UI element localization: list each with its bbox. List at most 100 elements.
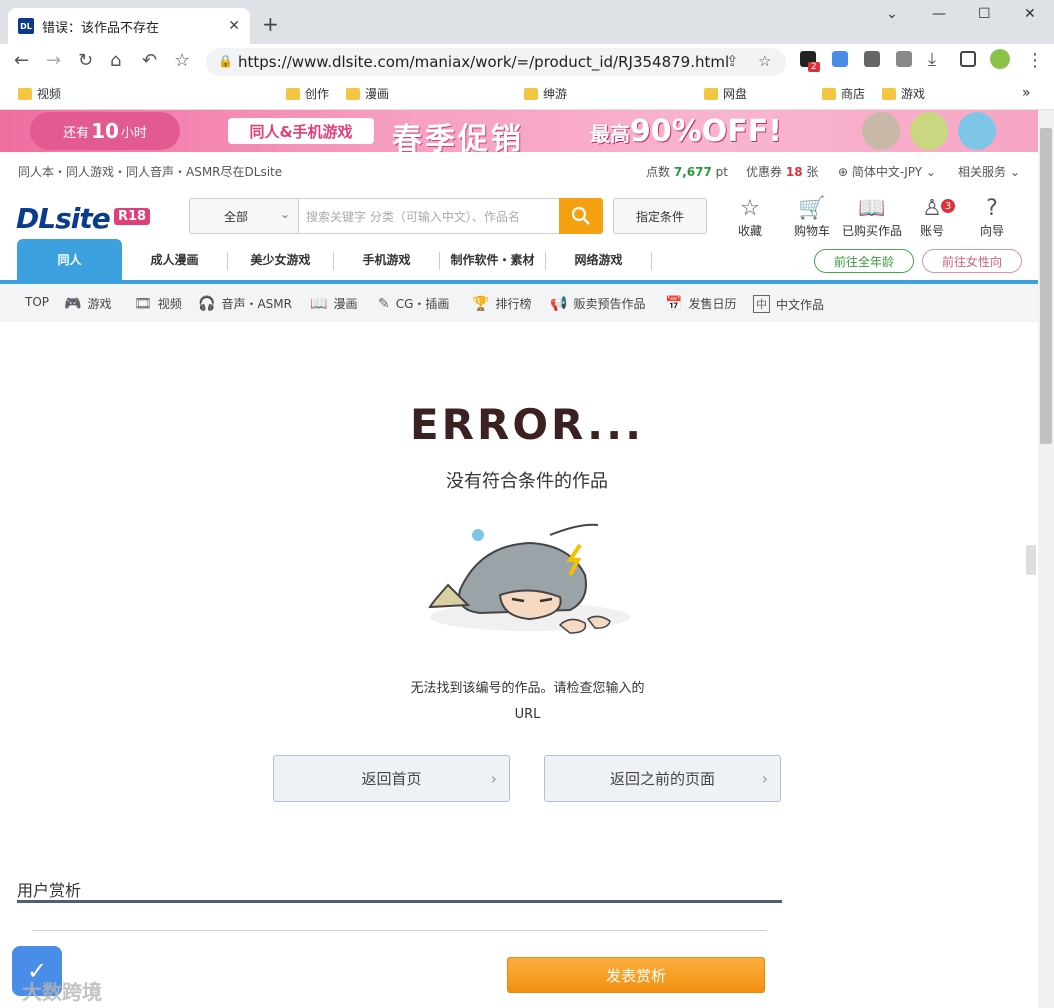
bookmark-folder[interactable]: 网盘 (704, 85, 747, 102)
subnav-preorder[interactable]: 📢 贩卖预告作品 (550, 295, 645, 312)
nav-divider (651, 252, 652, 270)
folder-icon (882, 87, 896, 100)
calendar-icon: 📅 (665, 295, 683, 312)
tab-bishoujo-games[interactable]: 美少女游戏 (228, 238, 333, 280)
chevron-right-icon: › (761, 769, 768, 788)
tab-doujin[interactable]: 同人 (17, 239, 122, 280)
subnav-manga[interactable]: 📖 漫画 (310, 295, 357, 312)
bookmarks-more-icon[interactable]: » (1022, 85, 1031, 101)
subnav-voice-asmr[interactable]: 🎧 音声・ASMR (198, 295, 292, 312)
bookmark-folder[interactable]: 视频 (18, 85, 61, 102)
search-category-select[interactable]: 全部 ⌄ (189, 198, 299, 234)
promo-banner[interactable]: 还有 10 小时 同人&手机游戏 春季促销 最高90%OFF! (0, 110, 1038, 152)
back-to-home-button[interactable]: 返回首页 › (273, 755, 510, 802)
folder-icon (822, 87, 836, 100)
r18-badge: R18 (114, 208, 151, 225)
error-title: ERROR... (409, 400, 645, 449)
folder-icon (524, 87, 538, 100)
points-display[interactable]: 点数 7,677 pt (646, 163, 728, 180)
search-icon (571, 206, 590, 225)
related-services-menu[interactable]: 相关服务 ⌄ (958, 163, 1020, 180)
subnav-calendar[interactable]: 📅 发售日历 (665, 295, 736, 312)
chinese-char-icon: 中 (753, 295, 770, 313)
pen-icon: ✎ (378, 295, 390, 312)
bookmark-folder[interactable]: 商店 (822, 85, 865, 102)
browser-tab[interactable]: DL 错误：该作品不存在 ✕ (8, 8, 250, 44)
account-link[interactable]: ♙ 账号 3 (902, 196, 962, 239)
bookmark-folder[interactable]: 游戏 (882, 85, 925, 102)
subnav-video[interactable]: 🎞 视频 (134, 295, 182, 312)
banner-character-image (958, 112, 996, 150)
female-button[interactable]: 前往女性向 (922, 249, 1022, 273)
subnav-top[interactable]: TOP (25, 295, 49, 309)
url-text: https://www.dlsite.com/maniax/work/=/pro… (238, 53, 730, 71)
error-mascot-illustration (428, 523, 630, 634)
subnav-chinese-works[interactable]: 中中文作品 (753, 295, 824, 313)
qr-icon[interactable] (864, 51, 880, 67)
cart-icon: 🛒 (798, 196, 826, 221)
chevron-down-icon: ⌄ (279, 207, 290, 221)
watermark: 大数跨境 (22, 980, 102, 1004)
new-tab-icon[interactable]: + (262, 12, 279, 36)
bookmark-folder[interactable]: 绅游 (524, 85, 567, 102)
banner-discount: 最高90%OFF! (590, 114, 782, 149)
folder-icon (704, 87, 718, 100)
bookmark-folder[interactable]: 创作 (286, 85, 329, 102)
tab-adult-comics[interactable]: 成人漫画 (122, 238, 227, 280)
help-icon: ? (986, 196, 998, 221)
bookmark-star-icon[interactable]: ☆ (174, 50, 190, 71)
search-input[interactable]: 搜索关键字 分类（可输入中文）、作品名 (298, 198, 560, 234)
purchased-link[interactable]: 📖 已购买作品 (842, 196, 902, 239)
menu-icon[interactable]: ⋮ (1026, 50, 1044, 71)
subnav-games[interactable]: 🎮 游戏 (64, 295, 111, 312)
headphones-icon: 🎧 (198, 295, 216, 312)
book-icon: 📖 (858, 196, 886, 221)
forward-icon[interactable]: → (46, 50, 61, 71)
maximize-icon[interactable]: ☐ (978, 6, 991, 22)
error-subtitle: 没有符合条件的作品 (446, 471, 608, 492)
address-bar[interactable]: 🔒 https://www.dlsite.com/maniax/work/=/p… (206, 48, 786, 76)
countdown-badge: 还有 10 小时 (30, 112, 180, 150)
window-close-icon[interactable]: ✕ (1024, 6, 1036, 22)
sidebar-icon[interactable] (960, 51, 976, 67)
banner-headline: 春季促销 (392, 122, 524, 152)
favorites-link[interactable]: ☆ 收藏 (720, 196, 780, 239)
guide-link[interactable]: ? 向导 (962, 196, 1022, 239)
inner-scroll-thumb[interactable] (1026, 545, 1036, 575)
profile-avatar[interactable] (990, 49, 1010, 69)
tab-tools-materials[interactable]: 制作软件・素材 (440, 238, 545, 280)
home-icon[interactable]: ⌂ (110, 50, 121, 71)
translate-icon[interactable] (832, 51, 848, 67)
close-icon[interactable]: ✕ (228, 18, 240, 34)
subnav-ranking[interactable]: 🏆 排行榜 (472, 295, 531, 312)
crop-icon[interactable] (896, 51, 912, 67)
bookmark-folder[interactable]: 漫画 (346, 85, 389, 102)
global-nav: 同人 成人漫画 美少女游戏 手机游戏 制作软件・素材 网络游戏 前往全年龄 前往… (0, 238, 1038, 284)
all-ages-button[interactable]: 前往全年龄 (814, 249, 914, 273)
film-icon: 🎞 (134, 295, 152, 312)
reload-icon[interactable]: ↻ (78, 50, 93, 71)
megaphone-icon: 📢 (550, 295, 568, 312)
minimize-icon[interactable]: — (932, 6, 946, 22)
search-button[interactable] (559, 198, 603, 234)
dlsite-logo[interactable]: DLsite (16, 202, 111, 235)
post-review-button[interactable]: 发表赏析 (507, 957, 765, 993)
site-header: DLsite R18 全部 ⌄ 搜索关键字 分类（可输入中文）、作品名 指定条件 … (0, 188, 1038, 242)
tab-search-chevron-icon[interactable]: ⌄ (886, 6, 898, 22)
subnav-cg-illust[interactable]: ✎ CG・插画 (378, 295, 449, 312)
back-to-previous-button[interactable]: 返回之前的页面 › (544, 755, 781, 802)
folder-icon (346, 87, 360, 100)
tab-mobile-games[interactable]: 手机游戏 (334, 238, 439, 280)
share-icon[interactable]: ⇪ (726, 52, 739, 70)
tab-title: 错误：该作品不存在 (42, 20, 160, 36)
language-selector[interactable]: ⊕ 简体中文-JPY ⌄ (838, 163, 936, 180)
back-icon[interactable]: ← (14, 50, 29, 71)
download-icon[interactable]: ⤓ (928, 49, 936, 70)
cart-link[interactable]: 🛒 购物车 (782, 196, 842, 239)
tab-online-games[interactable]: 网络游戏 (546, 238, 651, 280)
undo-icon[interactable]: ↶ (142, 50, 157, 71)
scrollbar-thumb[interactable] (1040, 128, 1052, 444)
advanced-search-button[interactable]: 指定条件 (613, 198, 707, 234)
star-icon[interactable]: ☆ (758, 52, 771, 70)
coupon-display[interactable]: 优惠券 18 张 (746, 163, 818, 180)
